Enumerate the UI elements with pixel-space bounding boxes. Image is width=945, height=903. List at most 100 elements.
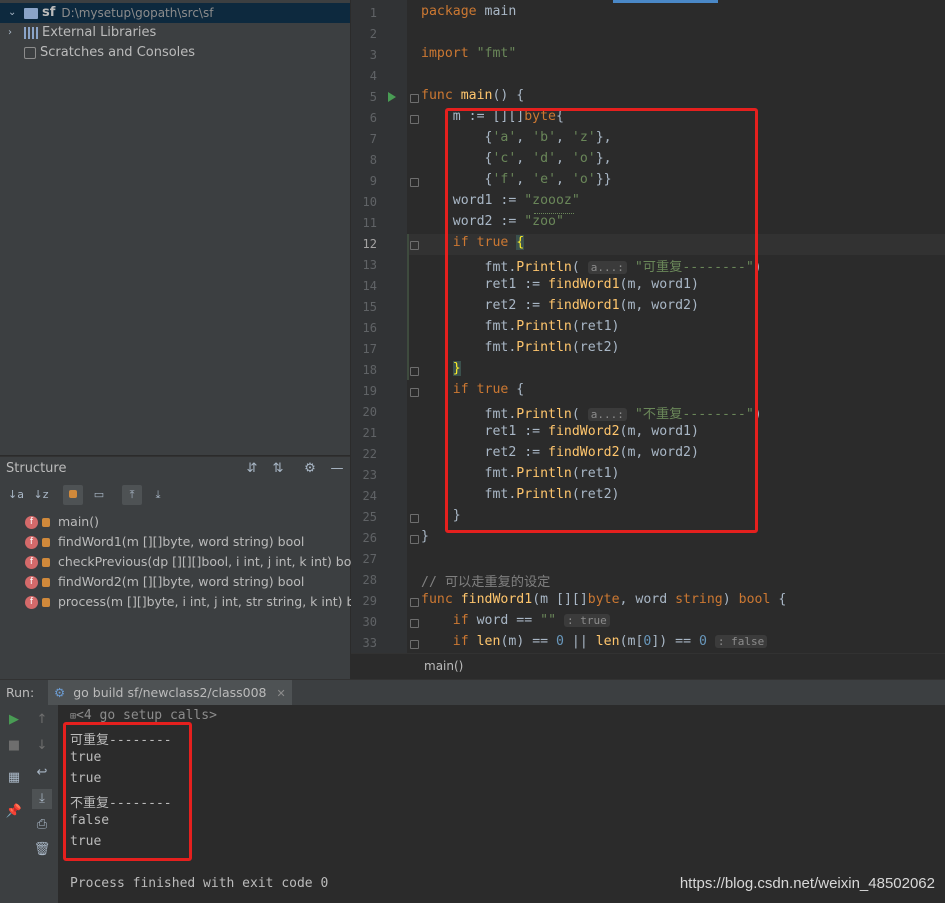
fold-marker-icon[interactable] <box>410 115 419 124</box>
structure-item-label: process(m [][]byte, i int, j int, str st… <box>58 594 374 609</box>
sort-visibility-icon[interactable]: ↓a <box>6 485 26 505</box>
function-icon: f <box>25 595 38 609</box>
line-number: 4 <box>369 69 377 83</box>
structure-item[interactable]: f process(m [][]byte, i int, j int, str s… <box>25 592 373 612</box>
trash-icon[interactable]: 🗑 <box>32 840 52 860</box>
folder-icon <box>24 7 38 19</box>
fold-marker-icon[interactable] <box>410 367 419 376</box>
lock-icon <box>42 597 50 607</box>
chevron-right-icon[interactable]: › <box>8 23 18 43</box>
line-number: 27 <box>362 552 377 566</box>
line-number: 11 <box>362 216 377 230</box>
arrow-down-icon[interactable]: ↓ <box>32 736 52 756</box>
collapse-all-icon[interactable]: ⇅ <box>268 459 288 479</box>
print-icon[interactable]: ⎙ <box>32 815 52 835</box>
fold-marker-icon[interactable] <box>410 619 419 628</box>
line-number: 5 <box>369 90 377 104</box>
expand-all-icon[interactable]: ⇵ <box>242 459 262 479</box>
lock-icon <box>42 557 50 567</box>
code-line[interactable]: import "fmt" <box>421 46 516 61</box>
stop-icon[interactable]: ■ <box>4 736 24 756</box>
pin-icon[interactable]: 📌 <box>4 802 24 822</box>
breadcrumb[interactable]: main() <box>351 653 945 679</box>
line-number: 22 <box>362 447 377 461</box>
line-number: 7 <box>369 132 377 146</box>
structure-item[interactable]: f findWord1(m [][]byte, word string) bool <box>25 532 304 552</box>
line-number: 10 <box>362 195 377 209</box>
line-number: 19 <box>362 384 377 398</box>
tree-item-scratches[interactable]: Scratches and Consoles <box>0 43 195 63</box>
arrow-up-icon[interactable]: ↑ <box>32 710 52 730</box>
line-number: 6 <box>369 111 377 125</box>
code-line[interactable]: package main <box>421 4 516 19</box>
structure-item[interactable]: f main() <box>25 512 99 532</box>
fold-marker-icon[interactable] <box>410 178 419 187</box>
structure-item[interactable]: f checkPrevious(dp [][][]bool, i int, j i… <box>25 552 363 572</box>
fold-marker-icon[interactable] <box>410 514 419 523</box>
fold-marker-icon[interactable] <box>410 94 419 103</box>
structure-title: Structure <box>6 461 67 476</box>
fold-marker-icon[interactable] <box>410 598 419 607</box>
line-number: 14 <box>362 279 377 293</box>
line-number: 18 <box>362 363 377 377</box>
line-number: 12 <box>362 237 377 251</box>
structure-item-label: checkPrevious(dp [][][]bool, i int, j in… <box>58 554 363 569</box>
show-package-icon[interactable]: ▭ <box>89 485 109 505</box>
structure-item[interactable]: f findWord2(m [][]byte, word string) bool <box>25 572 304 592</box>
fold-marker-icon[interactable] <box>410 640 419 649</box>
code-line[interactable]: // 可以走重复的设定 <box>421 571 550 590</box>
run-side-toolbar: ▶ ■ ▦ 📌 ↑ ↓ ↩ ⤓ ⎙ 🗑 <box>0 705 59 903</box>
fold-marker-icon[interactable] <box>410 241 419 250</box>
run-gutter-icon[interactable] <box>388 92 396 102</box>
line-number: 25 <box>362 510 377 524</box>
sort-alpha-icon[interactable]: ↓z <box>31 485 51 505</box>
project-panel: ⌄ sf D:\mysetup\gopath\src\sf › External… <box>0 0 350 455</box>
code-line[interactable]: if len(m) == 0 || len(m[0]) == 0 : false <box>421 634 768 649</box>
function-icon: f <box>25 555 38 569</box>
line-number: 3 <box>369 48 377 62</box>
rerun-icon[interactable]: ▶ <box>4 710 24 730</box>
scroll-to-end-icon[interactable]: ⤓ <box>32 789 52 809</box>
scratches-icon <box>24 47 36 59</box>
structure-item-label: findWord2(m [][]byte, word string) bool <box>58 574 305 589</box>
lock-icon <box>42 577 50 587</box>
chevron-down-icon[interactable]: ⌄ <box>8 3 18 23</box>
line-number: 21 <box>362 426 377 440</box>
show-non-public-icon[interactable] <box>63 485 83 505</box>
close-icon[interactable]: ✕ <box>277 687 286 700</box>
structure-item-label: main() <box>58 514 99 529</box>
setup-calls-fold[interactable]: ⊞<4 go setup calls> <box>70 708 217 723</box>
tree-item-label: sf <box>42 5 56 20</box>
code-line[interactable]: if word == "" : true <box>421 613 610 628</box>
breadcrumb-item[interactable]: main() <box>424 659 463 673</box>
minimize-icon[interactable]: — <box>327 459 347 479</box>
code-line[interactable]: func main() { <box>421 88 524 103</box>
setup-calls-label: <4 go setup calls> <box>76 708 217 723</box>
function-icon: f <box>25 515 38 529</box>
fold-marker-icon[interactable] <box>410 388 419 397</box>
tree-item-label: Scratches and Consoles <box>40 45 196 60</box>
soft-wrap-icon[interactable]: ↩ <box>32 763 52 783</box>
code-line[interactable]: } <box>421 529 429 544</box>
fold-marker-icon[interactable] <box>410 535 419 544</box>
line-number: 16 <box>362 321 377 335</box>
autoscroll-from-source-icon[interactable]: ⤓ <box>148 485 168 505</box>
code-line[interactable]: func findWord1(m [][]byte, word string) … <box>421 592 786 607</box>
line-number: 1 <box>369 6 377 20</box>
line-number: 28 <box>362 573 377 587</box>
line-number: 24 <box>362 489 377 503</box>
tree-item-label: External Libraries <box>42 25 157 40</box>
tree-item-external-libraries[interactable]: › External Libraries <box>0 23 156 43</box>
tree-item-sf[interactable]: ⌄ sf D:\mysetup\gopath\src\sf <box>0 3 350 23</box>
gear-icon[interactable]: ⚙ <box>300 459 320 479</box>
run-label: Run: <box>6 685 35 700</box>
watermark: https://blog.csdn.net/weixin_48502062 <box>679 875 935 892</box>
line-number: 2 <box>369 27 377 41</box>
change-marker <box>407 234 409 380</box>
structure-panel: Structure ⇵ ⇅ ⚙ — ↓a ↓z ▭ ⤒ ⤓ f main() f fi… <box>0 456 373 679</box>
autoscroll-to-source-icon[interactable]: ⤒ <box>122 485 142 505</box>
line-number: 15 <box>362 300 377 314</box>
run-tab[interactable]: ⚙ go build sf/newclass2/class008 ✕ <box>48 680 292 706</box>
layout-icon[interactable]: ▦ <box>4 768 24 788</box>
line-number: 13 <box>362 258 377 272</box>
